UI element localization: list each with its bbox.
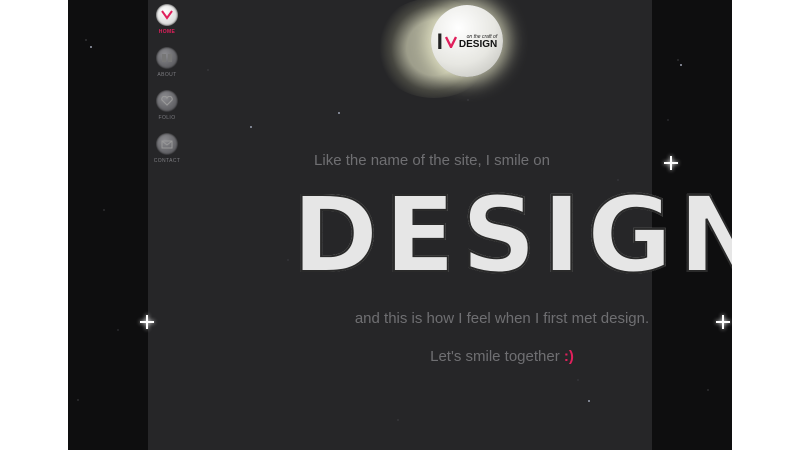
- logo-text: on the craft of DESIGN: [458, 34, 498, 50]
- star: [250, 126, 252, 128]
- nav-item-folio[interactable]: FOLIO: [148, 90, 186, 121]
- logo-letter-i: I: [436, 29, 443, 54]
- star: [588, 400, 590, 402]
- sparkle-star: [716, 315, 730, 329]
- site-logo[interactable]: I on the craft of DESIGN: [431, 5, 503, 77]
- envelope-icon: [156, 133, 178, 155]
- nav-item-home[interactable]: HOME: [148, 4, 186, 35]
- logo-word: DESIGN: [458, 38, 498, 50]
- logo-mark: I on the craft of DESIGN: [437, 31, 497, 53]
- info-icon: [156, 47, 178, 69]
- smile-line: Let's smile together :): [352, 348, 652, 365]
- heart-v-icon: [444, 36, 457, 48]
- outro-text: and this is how I feel when I first met …: [354, 310, 650, 327]
- site-background: HOME ABOUT FOLIO CONTACT I on the craft …: [68, 0, 732, 450]
- sparkle-star: [664, 156, 678, 170]
- intro-text: Like the name of the site, I smile on: [314, 152, 550, 169]
- nav-label-about: ABOUT: [157, 72, 177, 78]
- star: [680, 64, 682, 66]
- hero-design-word: DESIGN: [291, 174, 732, 296]
- nav-item-contact[interactable]: CONTACT: [148, 133, 186, 164]
- nav-label-home: HOME: [158, 29, 176, 35]
- star: [90, 46, 92, 48]
- smiley-emoticon: :): [563, 348, 574, 365]
- star: [338, 112, 340, 114]
- nav-label-contact: CONTACT: [153, 158, 181, 164]
- heart-v-icon: [156, 4, 178, 26]
- sparkle-star: [140, 315, 154, 329]
- heart-icon: [156, 90, 178, 112]
- smile-text: Let's smile together: [430, 348, 560, 365]
- nav-item-about[interactable]: ABOUT: [148, 47, 186, 78]
- nav-label-folio: FOLIO: [158, 115, 176, 121]
